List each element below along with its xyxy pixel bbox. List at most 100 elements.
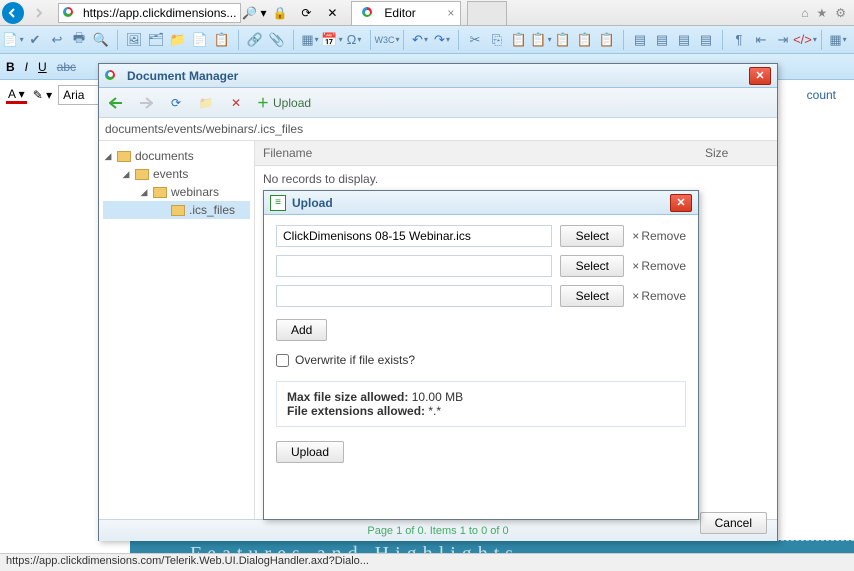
folder-icon [153, 187, 167, 198]
tb-undo-icon[interactable]: ↩ [48, 31, 66, 49]
upload-submit-button[interactable]: Upload [276, 441, 344, 463]
x-icon: × [632, 259, 639, 273]
forward-button[interactable] [26, 1, 52, 25]
upload-titlebar[interactable]: ≡ Upload ✕ [264, 191, 698, 215]
upload-title: Upload [292, 196, 333, 210]
tb-pilcrow-icon[interactable]: ¶ [730, 31, 748, 49]
overwrite-label: Overwrite if file exists? [295, 353, 415, 367]
tb-symbol-icon[interactable]: Ω▾ [345, 31, 363, 49]
tb-grp4-icon[interactable]: ▤ [697, 31, 715, 49]
upload-button[interactable]: ＋ Upload [257, 94, 311, 111]
favicon [63, 5, 79, 21]
stop-button[interactable]: ✕ [319, 1, 345, 25]
home-icon[interactable]: ⌂ [801, 6, 808, 20]
tb-image-icon[interactable]: 🖼 [125, 31, 143, 49]
tb-layers-icon[interactable]: 🗂 [147, 31, 165, 49]
col-filename[interactable]: Filename [255, 141, 697, 165]
tb-code-icon[interactable]: </>▾ [796, 31, 814, 49]
tb-undo2-icon[interactable]: ↶▾ [411, 31, 429, 49]
font-color-button[interactable]: A ▾ [6, 87, 27, 104]
tb-grp3-icon[interactable]: ▤ [675, 31, 693, 49]
bold-button[interactable]: B [6, 60, 15, 74]
tree-node-events[interactable]: ◢events [103, 165, 250, 183]
tb-outdent-icon[interactable]: ⇥ [774, 31, 792, 49]
tab-title: Editor [384, 6, 415, 20]
upload-title-icon: ≡ [270, 195, 286, 211]
tb-module-icon[interactable]: ▦▾ [829, 31, 847, 49]
status-bar: https://app.clickdimensions.com/Telerik.… [0, 553, 854, 571]
tb-doc-icon[interactable]: 📄 [191, 31, 209, 49]
tab-close-icon[interactable]: × [447, 6, 454, 20]
folder-icon [171, 205, 185, 216]
tb-grp2-icon[interactable]: ▤ [653, 31, 671, 49]
tools-icon[interactable]: ⚙ [835, 6, 846, 20]
upload-dialog: ≡ Upload ✕ Select ×Remove Select ×Remove… [263, 190, 699, 520]
file-input-2[interactable] [276, 255, 552, 277]
tb-paste4-icon[interactable]: 📋 [576, 31, 594, 49]
italic-button[interactable]: I [25, 60, 28, 74]
search-dropdown[interactable]: 🔎 ▾ [241, 1, 267, 25]
address-bar[interactable]: https://app.clickdimensions... [58, 3, 241, 23]
tb-paste-icon[interactable]: 📋 [510, 31, 528, 49]
remove-button-3[interactable]: ×Remove [632, 289, 686, 303]
highlight-button[interactable]: ✎ ▾ [33, 88, 52, 102]
refresh-icon[interactable]: ⟳ [167, 94, 185, 112]
tb-media-icon[interactable]: 📁 [169, 31, 187, 49]
browser-tab[interactable]: Editor × [351, 1, 461, 25]
tb-template-icon[interactable]: 📋 [213, 31, 231, 49]
tb-new-icon[interactable]: 📄▾ [4, 31, 22, 49]
tb-link-icon[interactable]: 🔗 [246, 31, 264, 49]
nav-back-icon[interactable] [107, 94, 125, 112]
tb-indent-icon[interactable]: ⇤ [752, 31, 770, 49]
tb-copy-icon[interactable]: ⎘ [488, 31, 506, 49]
remove-button-1[interactable]: ×Remove [632, 229, 686, 243]
x-icon: × [632, 229, 639, 243]
folder-tree: ◢documents ◢events ◢webinars .ics_files [99, 141, 255, 519]
tb-paste5-icon[interactable]: 📋 [598, 31, 616, 49]
editor-toolbar: 📄▾ ✔ ↩ 🖶 🔍 🖼 🗂 📁 📄 📋 🔗 📎 ▦▾ 📅▾ Ω▾ W3C▾ ↶… [0, 26, 854, 54]
file-input-1[interactable] [276, 225, 552, 247]
select-button-3[interactable]: Select [560, 285, 624, 307]
back-button[interactable] [0, 1, 26, 25]
doc-mgr-titlebar[interactable]: Document Manager ✕ [99, 64, 777, 88]
upload-row: Select ×Remove [276, 285, 686, 307]
col-size[interactable]: Size [697, 141, 777, 165]
tb-check-icon[interactable]: ✔ [26, 31, 44, 49]
add-button[interactable]: Add [276, 319, 327, 341]
tb-find-icon[interactable]: 🔍 [92, 31, 110, 49]
tb-table-icon[interactable]: ▦▾ [301, 31, 319, 49]
select-button-1[interactable]: Select [560, 225, 624, 247]
tb-redo2-icon[interactable]: ↷▾ [433, 31, 451, 49]
max-size-value: 10.00 MB [412, 390, 463, 404]
folder-icon [135, 169, 149, 180]
tb-date-icon[interactable]: 📅▾ [323, 31, 341, 49]
delete-icon[interactable]: ✕ [227, 94, 245, 112]
strike-button[interactable]: abc [57, 60, 76, 74]
cancel-button[interactable]: Cancel [700, 512, 767, 534]
remove-button-2[interactable]: ×Remove [632, 259, 686, 273]
doc-mgr-close-button[interactable]: ✕ [749, 67, 771, 85]
nav-fwd-icon[interactable] [137, 94, 155, 112]
overwrite-checkbox[interactable] [276, 354, 289, 367]
underline-button[interactable]: U [38, 60, 47, 74]
tree-node-documents[interactable]: ◢documents [103, 147, 250, 165]
upload-close-button[interactable]: ✕ [670, 194, 692, 212]
new-tab[interactable] [467, 1, 507, 25]
tb-print-icon[interactable]: 🖶 [70, 31, 88, 49]
tree-node-webinars[interactable]: ◢webinars [103, 183, 250, 201]
tb-w3c-icon[interactable]: W3C▾ [378, 31, 396, 49]
new-folder-icon[interactable]: 📁 [197, 94, 215, 112]
tb-attach-icon[interactable]: 📎 [268, 31, 286, 49]
tb-paste2-icon[interactable]: 📋▾ [532, 31, 550, 49]
tb-grp1-icon[interactable]: ▤ [631, 31, 649, 49]
upload-info: Max file size allowed: 10.00 MB File ext… [276, 381, 686, 427]
tb-cut-icon[interactable]: ✂ [466, 31, 484, 49]
tree-node-ics-files[interactable]: .ics_files [103, 201, 250, 219]
select-button-2[interactable]: Select [560, 255, 624, 277]
file-input-3[interactable] [276, 285, 552, 307]
account-link[interactable]: count [807, 88, 848, 102]
favorites-icon[interactable]: ★ [816, 6, 827, 20]
tb-paste3-icon[interactable]: 📋 [554, 31, 572, 49]
upload-row: Select ×Remove [276, 255, 686, 277]
refresh-button[interactable]: ⟳ [293, 1, 319, 25]
